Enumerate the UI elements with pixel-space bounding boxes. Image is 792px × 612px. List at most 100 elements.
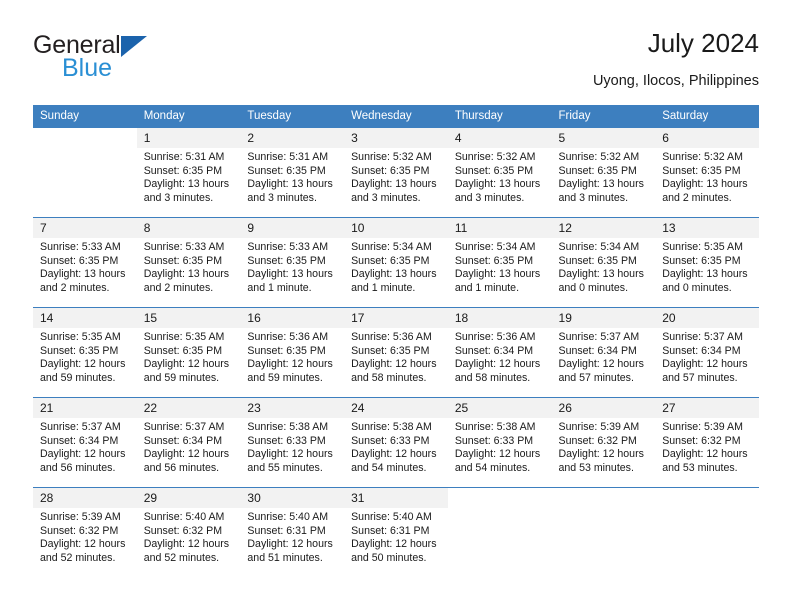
- day-number: 15: [136, 308, 241, 328]
- day-number: 22: [136, 398, 241, 418]
- calendar-day-cell[interactable]: 27 Sunrise: 5:39 AM Sunset: 6:32 PM Dayligh…: [655, 397, 759, 488]
- daylight-duration-line1: Daylight: 12 hours: [40, 358, 126, 371]
- sunrise-time: Sunrise: 5:34 AM: [351, 241, 432, 253]
- calendar-day-cell[interactable]: 2 Sunrise: 5:31 AM Sunset: 6:35 PM Daylight…: [240, 127, 345, 218]
- daylight-duration-line1: Daylight: 13 hours: [662, 178, 748, 191]
- sunset-time: Sunset: 6:31 PM: [351, 524, 430, 537]
- calendar-day-cell[interactable]: 10 Sunrise: 5:34 AM Sunset: 6:35 PM Dayligh…: [344, 217, 448, 308]
- calendar-day-cell[interactable]: 12 Sunrise: 5:34 AM Sunset: 6:35 PM Dayligh…: [551, 217, 656, 308]
- day-details: Sunrise: 5:32 AM Sunset: 6:35 PM Daylight:…: [655, 148, 759, 205]
- daylight-duration-line2: and 59 minutes.: [247, 371, 323, 384]
- calendar-day-cell[interactable]: 26 Sunrise: 5:39 AM Sunset: 6:32 PM Dayligh…: [551, 397, 656, 488]
- sunrise-time: Sunrise: 5:40 AM: [247, 511, 329, 523]
- day-details: Sunrise: 5:38 AM Sunset: 6:33 PM Daylight:…: [240, 418, 344, 475]
- day-details: [655, 508, 759, 511]
- calendar-day-cell[interactable]: 9 Sunrise: 5:33 AM Sunset: 6:35 PM Daylight…: [240, 217, 345, 308]
- daylight-duration-line2: and 58 minutes.: [454, 371, 531, 384]
- sunset-time: Sunset: 6:34 PM: [40, 434, 119, 447]
- calendar-day-cell[interactable]: 8 Sunrise: 5:33 AM Sunset: 6:35 PM Daylight…: [136, 217, 241, 308]
- sunrise-time: Sunrise: 5:34 AM: [454, 241, 536, 253]
- sunrise-time: Sunrise: 5:37 AM: [558, 331, 640, 343]
- day-number: 17: [344, 308, 448, 328]
- day-details: Sunrise: 5:40 AM Sunset: 6:31 PM Daylight:…: [240, 508, 344, 565]
- calendar-day-cell[interactable]: 17 Sunrise: 5:36 AM Sunset: 6:35 PM Dayligh…: [344, 307, 448, 398]
- calendar-day-cell-empty: [33, 127, 137, 218]
- day-number: 21: [33, 398, 137, 418]
- sunset-time: Sunset: 6:32 PM: [558, 434, 637, 447]
- calendar-week-row: 7 Sunrise: 5:33 AM Sunset: 6:35 PM Daylight…: [33, 217, 759, 308]
- day-number: 2: [240, 128, 345, 148]
- page-header: General Blue July 2024 Uyong, Ilocos, Ph…: [33, 28, 759, 96]
- sunrise-time: Sunrise: 5:36 AM: [247, 331, 329, 343]
- day-details: Sunrise: 5:34 AM Sunset: 6:35 PM Daylight:…: [448, 238, 552, 295]
- sunrise-time: Sunrise: 5:33 AM: [247, 241, 329, 253]
- calendar-day-cell[interactable]: 13 Sunrise: 5:35 AM Sunset: 6:35 PM Dayligh…: [655, 217, 759, 308]
- day-details: Sunrise: 5:31 AM Sunset: 6:35 PM Daylight:…: [240, 148, 344, 205]
- calendar-day-cell[interactable]: 6 Sunrise: 5:32 AM Sunset: 6:35 PM Daylight…: [655, 127, 759, 218]
- calendar-week-row: 1 Sunrise: 5:31 AM Sunset: 6:35 PM Daylight…: [33, 127, 759, 218]
- page-title: July 2024: [647, 28, 759, 58]
- calendar-day-cell[interactable]: 18 Sunrise: 5:36 AM Sunset: 6:34 PM Dayligh…: [447, 307, 552, 398]
- day-number: 16: [240, 308, 345, 328]
- weekday-header-thursday: Thursday: [447, 105, 552, 128]
- calendar-day-cell[interactable]: 31 Sunrise: 5:40 AM Sunset: 6:31 PM Dayligh…: [344, 487, 448, 577]
- daylight-duration-line1: Daylight: 12 hours: [558, 358, 644, 371]
- calendar-week-row: 14 Sunrise: 5:35 AM Sunset: 6:35 PM Dayligh…: [33, 307, 759, 398]
- weekday-header-wednesday: Wednesday: [344, 105, 448, 128]
- calendar-body: 1 Sunrise: 5:31 AM Sunset: 6:35 PM Daylight…: [33, 127, 759, 577]
- calendar-day-cell[interactable]: 11 Sunrise: 5:34 AM Sunset: 6:35 PM Dayligh…: [447, 217, 552, 308]
- calendar-day-cell[interactable]: 14 Sunrise: 5:35 AM Sunset: 6:35 PM Dayligh…: [33, 307, 137, 398]
- calendar-day-cell[interactable]: 16 Sunrise: 5:36 AM Sunset: 6:35 PM Dayligh…: [240, 307, 345, 398]
- calendar-day-cell[interactable]: 29 Sunrise: 5:40 AM Sunset: 6:32 PM Dayligh…: [136, 487, 241, 577]
- calendar-day-cell[interactable]: 25 Sunrise: 5:38 AM Sunset: 6:33 PM Dayligh…: [447, 397, 552, 488]
- sunrise-time: Sunrise: 5:34 AM: [558, 241, 640, 253]
- calendar-day-cell[interactable]: 24 Sunrise: 5:38 AM Sunset: 6:33 PM Dayligh…: [344, 397, 448, 488]
- general-blue-logo[interactable]: General Blue: [33, 32, 293, 88]
- triangle-icon: [120, 36, 147, 57]
- calendar-day-cell[interactable]: 4 Sunrise: 5:32 AM Sunset: 6:35 PM Daylight…: [447, 127, 552, 218]
- daylight-duration-line1: Daylight: 12 hours: [143, 448, 230, 461]
- daylight-duration-line1: Daylight: 12 hours: [247, 448, 333, 461]
- daylight-duration-line1: Daylight: 12 hours: [351, 448, 437, 461]
- calendar-day-cell[interactable]: 22 Sunrise: 5:37 AM Sunset: 6:34 PM Dayligh…: [136, 397, 241, 488]
- sunrise-time: Sunrise: 5:32 AM: [558, 151, 640, 163]
- daylight-duration-line1: Daylight: 13 hours: [351, 268, 437, 281]
- day-number: 23: [240, 398, 345, 418]
- sunrise-time: Sunrise: 5:31 AM: [143, 151, 225, 163]
- sunset-time: Sunset: 6:33 PM: [247, 434, 326, 447]
- weekday-header-sunday: Sunday: [33, 105, 137, 128]
- calendar-week-row: 28 Sunrise: 5:39 AM Sunset: 6:32 PM Dayligh…: [33, 487, 759, 577]
- day-details: Sunrise: 5:37 AM Sunset: 6:34 PM Daylight:…: [137, 418, 241, 475]
- daylight-duration-line1: Daylight: 12 hours: [351, 538, 437, 551]
- calendar-day-cell[interactable]: 5 Sunrise: 5:32 AM Sunset: 6:35 PM Daylight…: [551, 127, 656, 218]
- calendar-day-cell[interactable]: 23 Sunrise: 5:38 AM Sunset: 6:33 PM Dayligh…: [240, 397, 345, 488]
- day-number: 12: [551, 218, 656, 238]
- calendar-day-cell[interactable]: 21 Sunrise: 5:37 AM Sunset: 6:34 PM Dayligh…: [33, 397, 137, 488]
- calendar-day-cell[interactable]: 1 Sunrise: 5:31 AM Sunset: 6:35 PM Daylight…: [136, 127, 241, 218]
- calendar-day-cell[interactable]: 30 Sunrise: 5:40 AM Sunset: 6:31 PM Dayligh…: [240, 487, 345, 577]
- sunset-time: Sunset: 6:35 PM: [662, 164, 741, 177]
- daylight-duration-line2: and 2 minutes.: [662, 191, 732, 204]
- calendar-day-cell[interactable]: 19 Sunrise: 5:37 AM Sunset: 6:34 PM Dayligh…: [551, 307, 656, 398]
- sunrise-time: Sunrise: 5:35 AM: [143, 331, 225, 343]
- day-number: 6: [655, 128, 759, 148]
- calendar-table: Sunday Monday Tuesday Wednesday Thursday Frid…: [33, 105, 759, 577]
- calendar-day-cell[interactable]: 3 Sunrise: 5:32 AM Sunset: 6:35 PM Daylight…: [344, 127, 448, 218]
- day-number: 9: [240, 218, 345, 238]
- calendar-day-cell[interactable]: 15 Sunrise: 5:35 AM Sunset: 6:35 PM Dayligh…: [136, 307, 241, 398]
- daylight-duration-line2: and 57 minutes.: [558, 371, 634, 384]
- calendar-day-cell-empty: [655, 487, 759, 577]
- calendar-day-cell[interactable]: 20 Sunrise: 5:37 AM Sunset: 6:34 PM Dayligh…: [655, 307, 759, 398]
- calendar-day-cell[interactable]: 7 Sunrise: 5:33 AM Sunset: 6:35 PM Daylight…: [33, 217, 137, 308]
- daylight-duration-line2: and 55 minutes.: [247, 461, 323, 474]
- calendar-day-cell[interactable]: 28 Sunrise: 5:39 AM Sunset: 6:32 PM Dayligh…: [33, 487, 137, 577]
- sunset-time: Sunset: 6:34 PM: [662, 344, 741, 357]
- day-number: 25: [447, 398, 552, 418]
- sunset-time: Sunset: 6:35 PM: [558, 164, 637, 177]
- calendar-day-cell-empty: [551, 487, 656, 577]
- day-details: Sunrise: 5:39 AM Sunset: 6:32 PM Daylight:…: [33, 508, 137, 565]
- day-details: Sunrise: 5:37 AM Sunset: 6:34 PM Daylight:…: [655, 328, 759, 385]
- daylight-duration-line2: and 53 minutes.: [662, 461, 738, 474]
- day-details: Sunrise: 5:38 AM Sunset: 6:33 PM Daylight:…: [344, 418, 448, 475]
- day-details: Sunrise: 5:34 AM Sunset: 6:35 PM Daylight:…: [552, 238, 656, 295]
